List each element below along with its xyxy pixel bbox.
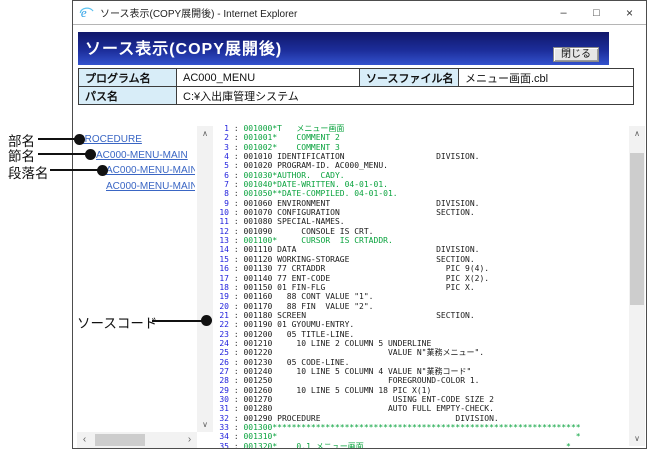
code-vertical-scrollbar[interactable]: ∧ ∨ <box>629 126 645 446</box>
source-line: 35 : 001320* 0.1 メニュー画面 * <box>219 441 571 448</box>
scroll-down-icon[interactable]: ∨ <box>197 417 213 432</box>
source-line: 15 : 001120 WORKING-STORAGE SECTION. <box>219 254 475 264</box>
source-line: 14 : 001110 DATA DIVISION. <box>219 245 480 255</box>
source-line: 7 : 001040*DATE-WRITTEN. 04-01-01. <box>224 180 388 190</box>
source-line: 34 : 001310* * <box>219 432 581 442</box>
scroll-right-icon[interactable]: › <box>182 432 197 448</box>
source-file-value: メニュー画面.cbl <box>458 68 634 87</box>
scroll-up-icon[interactable]: ∧ <box>197 126 213 141</box>
source-line: 10 : 001070 CONFIGURATION SECTION. <box>219 208 475 218</box>
source-line: 3 : 001002* COMMENT 3 <box>224 142 340 152</box>
source-line: 4 : 001010 IDENTIFICATION DIVISION. <box>224 152 480 162</box>
source-line: 28 : 001250 FOREGROUND-COLOR 1. <box>219 376 480 386</box>
source-code-lines: 1 : 001000*T メニュー画面 2 : 001001* COMMENT 2… <box>219 124 629 448</box>
table-row: パス名 C:¥入出庫管理システム <box>78 86 634 105</box>
source-line: 22 : 001190 01 GYOUMU-ENTRY. <box>219 320 355 330</box>
svg-text:e: e <box>81 5 87 20</box>
scrollbar-thumb[interactable] <box>630 153 644 305</box>
table-row: プログラム名 AC000_MENU ソースファイル名 メニュー画面.cbl <box>78 68 634 87</box>
close-window-button[interactable]: × <box>613 2 646 24</box>
source-line: 5 : 001020 PROGRAM-ID. AC000_MENU. <box>224 161 388 171</box>
source-line: 8 : 001050**DATE-COMPILED. 04-01-01. <box>224 189 398 199</box>
program-name-label: プログラム名 <box>78 68 177 87</box>
source-line: 2 : 001001* COMMENT 2 <box>224 133 340 143</box>
source-line: 11 : 001080 SPECIAL-NAMES. <box>219 217 345 227</box>
program-info-table: プログラム名 AC000_MENU ソースファイル名 メニュー画面.cbl パス… <box>78 68 634 105</box>
source-line: 21 : 001180 SCREEN SECTION. <box>219 310 475 320</box>
tree-item-procedure[interactable]: PROCEDURE <box>75 132 195 148</box>
annotation-line <box>38 138 78 140</box>
maximize-button[interactable]: □ <box>580 2 613 24</box>
source-file-label: ソースファイル名 <box>359 68 459 87</box>
source-line: 17 : 001140 77 ENT-CODE PIC X(2). <box>219 273 490 283</box>
tree-vertical-scrollbar[interactable]: ∧ ∨ <box>197 126 213 432</box>
source-line: 31 : 001280 AUTO FULL EMPTY-CHECK. <box>219 404 494 414</box>
path-name-label: パス名 <box>78 86 177 105</box>
annotation-bullet <box>85 149 96 160</box>
source-line: 20 : 001170 88 FIN VALUE "2". <box>219 301 374 311</box>
source-line: 19 : 001160 88 CONT VALUE "1". <box>219 292 374 302</box>
annotation-line <box>152 320 204 322</box>
source-line: 23 : 001200 05 TITLE-LINE. <box>219 329 355 339</box>
annotation-bullet <box>97 165 108 176</box>
annotation-line <box>50 169 100 171</box>
tree-pane: PROCEDURE AC000-MENU-MAIN AC000-MENU-MAIN A… <box>75 124 213 448</box>
source-line: 26 : 001230 05 CODE-LINE. <box>219 357 350 367</box>
source-line: 33 : 001300*****************************… <box>219 423 581 432</box>
page-header: ソース表示(COPY展開後) 閉じる <box>78 32 609 65</box>
tree-list: PROCEDURE AC000-MENU-MAIN AC000-MENU-MAIN A… <box>75 132 195 194</box>
path-name-value: C:¥入出庫管理システム <box>176 86 634 105</box>
source-line: 18 : 001150 01 FIN-FLG PIC X. <box>219 282 475 292</box>
source-line: 6 : 001030*AUTHOR. CADY. <box>224 170 345 180</box>
ie-window: e ソース表示(COPY展開後) - Internet Explorer – □… <box>72 0 647 449</box>
window-title: ソース表示(COPY展開後) - Internet Explorer <box>100 9 298 20</box>
source-line: 16 : 001130 77 CRTADDR PIC 9(4). <box>219 264 490 274</box>
screenshot-root: e ソース表示(COPY展開後) - Internet Explorer – □… <box>0 0 651 449</box>
annotation-sourcecode-label: ソースコード <box>77 316 158 331</box>
annotation-paragraph-label: 段落名 <box>8 166 49 181</box>
source-line: 30 : 001270 USING ENT-CODE SIZE 2 <box>219 394 494 404</box>
annotation-line <box>38 153 88 155</box>
source-line: 32 : 001290 PROCEDURE DIVISION. <box>219 413 499 423</box>
scrollbar-thumb[interactable] <box>95 434 145 446</box>
tree-item-ac000-menu-main[interactable]: AC000-MENU-MAIN <box>75 179 195 195</box>
source-line: 9 : 001060 ENVIRONMENT DIVISION. <box>224 198 480 208</box>
source-line: 25 : 001220 VALUE N"業務メニュー". <box>219 348 485 358</box>
minimize-button[interactable]: – <box>547 2 580 24</box>
source-line: 12 : 001090 CONSOLE IS CRT. <box>219 226 374 236</box>
page-title: ソース表示(COPY展開後) <box>85 41 283 58</box>
source-code-pane: 1 : 001000*T メニュー画面 2 : 001001* COMMENT 2… <box>219 124 629 448</box>
internet-explorer-icon: e <box>79 5 94 20</box>
window-titlebar: e ソース表示(COPY展開後) - Internet Explorer – □… <box>73 1 646 25</box>
source-line: 29 : 001260 10 LINE 5 COLUMN 18 PIC X(1) <box>219 385 432 395</box>
source-line: 27 : 001240 10 LINE 5 COLUMN 4 VALUE N"業… <box>219 366 472 376</box>
close-page-button[interactable]: 閉じる <box>553 47 599 62</box>
scroll-left-icon[interactable]: ‹ <box>77 432 92 448</box>
source-line: 24 : 001210 10 LINE 2 COLUMN 5 UNDERLINE <box>219 338 432 348</box>
program-name-value: AC000_MENU <box>176 68 360 87</box>
scroll-down-icon[interactable]: ∨ <box>629 431 645 446</box>
source-line: 1 : 001000*T メニュー画面 <box>224 124 345 133</box>
scroll-up-icon[interactable]: ∧ <box>629 126 645 141</box>
annotation-bullet <box>74 134 85 145</box>
annotation-bullet <box>201 315 212 326</box>
tree-horizontal-scrollbar[interactable]: ‹ › <box>77 432 197 448</box>
source-line: 13 : 001100* CURSOR IS CRTADDR. <box>219 236 393 246</box>
